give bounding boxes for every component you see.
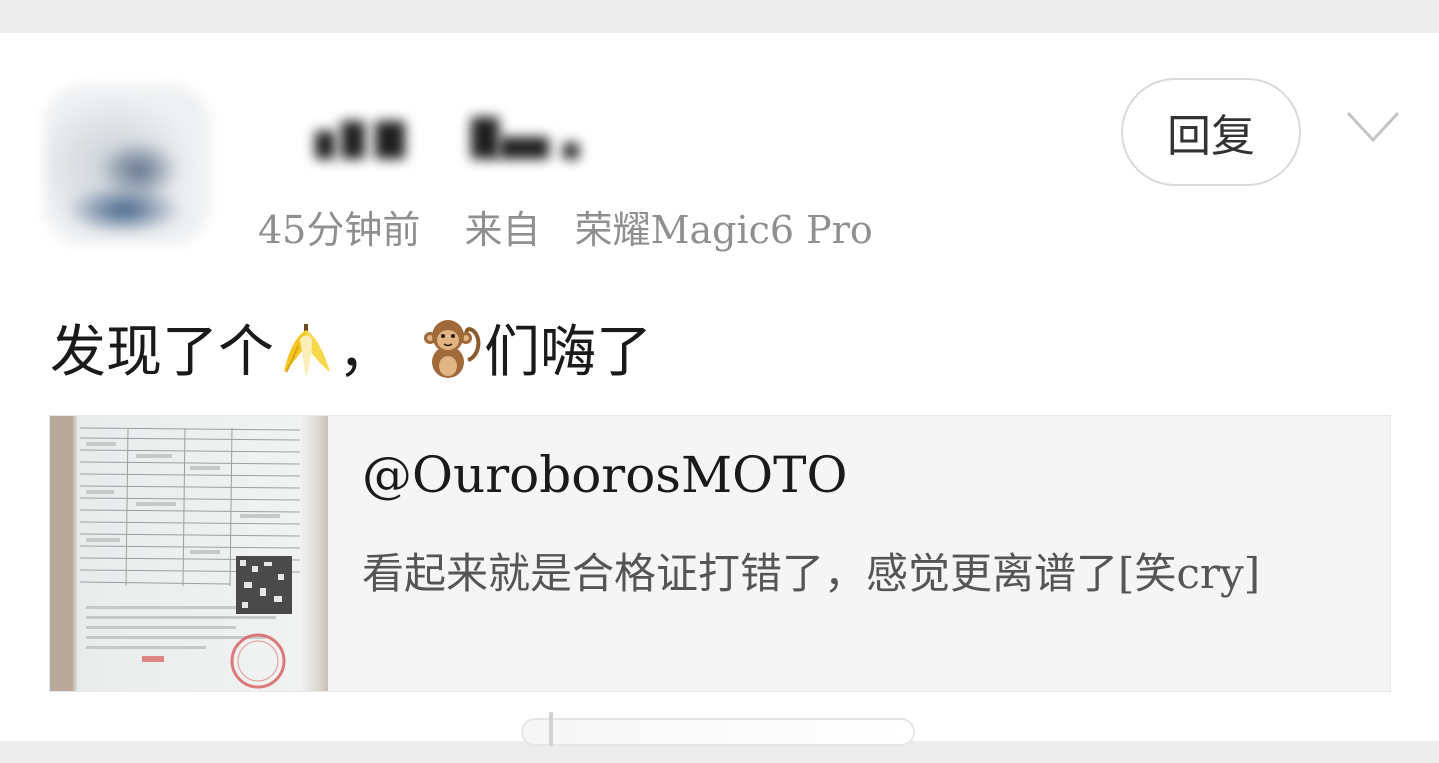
scrollbar-handle[interactable] <box>549 712 553 746</box>
certificate-thumbnail[interactable] <box>50 416 328 691</box>
comment-text: 发现了个 ， 们嗨了 <box>50 307 652 388</box>
comment-text-part1: 发现了个 <box>50 320 274 385</box>
device-name[interactable]: 荣耀Magic6 Pro <box>575 208 873 252</box>
username-blurred[interactable] <box>305 103 595 173</box>
comment-meta: 45分钟前 来自 荣耀Magic6 Pro <box>258 199 905 254</box>
comment-card: 45分钟前 来自 荣耀Magic6 Pro 回复 发现了个 ， 们嗨了 @Our… <box>0 33 1439 746</box>
monkey-icon <box>424 319 481 378</box>
source-label: 来自 <box>464 208 541 252</box>
comment-text-part3: 们嗨了 <box>484 320 652 385</box>
comment-time: 45分钟前 <box>258 208 421 252</box>
reply-button[interactable]: 回复 <box>1121 78 1301 186</box>
banana-icon <box>284 323 330 378</box>
comment-text-part2: ， <box>338 320 394 385</box>
certificate-image <box>79 427 301 689</box>
avatar[interactable] <box>44 85 210 245</box>
quote-text: 看起来就是合格证打错了，感觉更离谱了[笑cry] <box>362 549 1261 598</box>
quoted-post[interactable]: @OuroborosMOTO 看起来就是合格证打错了，感觉更离谱了[笑cry] <box>49 415 1391 692</box>
horizontal-scrollbar[interactable] <box>521 712 915 746</box>
quote-author[interactable]: @OuroborosMOTO <box>362 446 848 504</box>
chevron-down-icon[interactable] <box>1345 110 1401 144</box>
